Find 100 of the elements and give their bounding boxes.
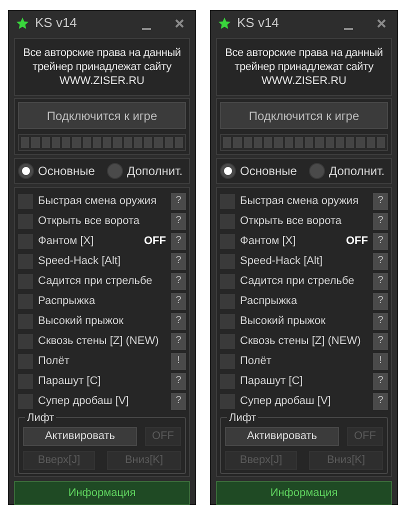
progress-segment — [336, 137, 344, 148]
copyright-text: Все авторские права на данный трейнер принадлежат сайту — [224, 46, 384, 74]
radio-option[interactable]: Основные — [220, 162, 297, 180]
progress-segment — [284, 137, 293, 148]
progress-segment — [82, 137, 91, 148]
option-label: Быстрая смена оружия — [38, 194, 158, 209]
group-label: Лифт — [25, 410, 56, 426]
window-title: KS v14 — [35, 14, 77, 32]
help-button[interactable]: ? — [373, 252, 388, 270]
help-button[interactable]: ? — [171, 392, 186, 410]
help-button[interactable]: ? — [373, 232, 388, 250]
option-label: Speed-Hack [Alt] — [240, 254, 324, 269]
lift-button[interactable]: Активировать — [23, 427, 137, 446]
connect-button[interactable]: Подключится к игре — [220, 102, 388, 129]
minimize-icon[interactable] — [344, 27, 353, 30]
radio-option[interactable]: Основные — [18, 162, 95, 180]
lift-button[interactable]: Активировать — [225, 427, 339, 446]
radio-option[interactable]: Дополнит. — [106, 162, 183, 180]
group-label: Лифт — [227, 410, 258, 426]
option-label: Открыть все ворота — [240, 214, 343, 229]
star-icon — [218, 16, 231, 30]
option-label: Супер дробаш [V] — [38, 394, 130, 409]
option-label: Садится при стрельбе — [38, 274, 154, 289]
help-button[interactable]: ? — [171, 292, 186, 310]
progress-segment — [294, 137, 303, 148]
progress-segment — [346, 137, 354, 148]
option-label: Высокий прыжок — [38, 314, 124, 329]
help-button[interactable]: ? — [373, 192, 388, 210]
progress-segment — [326, 137, 334, 148]
radio-button[interactable] — [220, 163, 236, 179]
star-icon — [16, 16, 29, 30]
progress-segment — [124, 137, 132, 148]
help-button[interactable]: ? — [373, 392, 388, 410]
progress-segment — [154, 137, 162, 148]
help-button[interactable]: ? — [373, 212, 388, 230]
radio-button[interactable] — [308, 163, 325, 179]
help-button[interactable]: ? — [373, 292, 388, 310]
option-label: Фантом [X] — [240, 234, 297, 249]
progress-segment — [174, 137, 183, 148]
progress-segment — [315, 137, 324, 148]
progress-segment — [134, 137, 142, 148]
option-label: Распрыжка — [38, 294, 96, 309]
help-button[interactable]: ? — [171, 212, 186, 230]
progress-segment — [233, 137, 242, 148]
help-button[interactable]: ? — [373, 332, 388, 350]
option-label: Speed-Hack [Alt] — [38, 254, 122, 269]
progress-segment — [42, 137, 50, 148]
progress-segment — [144, 137, 152, 148]
progress-segment — [356, 137, 364, 148]
progress-segment — [254, 137, 262, 148]
help-button[interactable]: ? — [373, 312, 388, 330]
option-label: Полёт — [38, 354, 70, 369]
progress-segment — [62, 137, 70, 148]
radio-button[interactable] — [18, 163, 34, 179]
help-button[interactable]: ? — [373, 272, 388, 290]
close-icon[interactable] — [175, 18, 184, 28]
info-button[interactable]: Информация — [216, 481, 392, 505]
window-title: KS v14 — [237, 14, 279, 32]
option-label: Парашут [C] — [38, 374, 102, 389]
progress-segment — [264, 137, 272, 148]
progress-segment — [305, 137, 314, 148]
radio-button[interactable] — [106, 163, 123, 179]
help-button[interactable]: ? — [373, 372, 388, 390]
help-button[interactable]: ! — [171, 352, 186, 370]
help-button[interactable]: ? — [171, 332, 186, 350]
help-button[interactable]: ? — [171, 372, 186, 390]
progress-segment — [21, 137, 30, 148]
progress-segment — [52, 137, 60, 148]
progress-segment — [223, 137, 232, 148]
option-label: Открыть все ворота — [38, 214, 141, 229]
status-text: OFF — [346, 234, 368, 249]
minimize-icon[interactable] — [142, 27, 151, 30]
option-label: Фантом [X] — [38, 234, 95, 249]
option-label: Быстрая смена оружия — [240, 194, 360, 209]
option-label: Высокий прыжок — [240, 314, 326, 329]
copyright-text: Все авторские права на данный трейнер принадлежат сайту — [22, 46, 182, 74]
info-button[interactable]: Информация — [14, 481, 190, 505]
progress-segment — [366, 137, 375, 148]
progress-segment — [274, 137, 282, 148]
option-label: Сквозь стены [Z] (NEW) — [240, 334, 362, 349]
progress-segment — [376, 137, 385, 148]
progress-segment — [244, 137, 252, 148]
help-button[interactable]: ? — [171, 252, 186, 270]
help-button[interactable]: ? — [171, 232, 186, 250]
option-label: Полёт — [240, 354, 272, 369]
progress-segment — [31, 137, 40, 148]
help-button[interactable]: ? — [171, 272, 186, 290]
site-text: WWW.ZISER.RU — [60, 74, 144, 88]
progress-segment — [103, 137, 112, 148]
connect-button[interactable]: Подключится к игре — [18, 102, 186, 129]
help-button[interactable]: ? — [171, 312, 186, 330]
close-icon[interactable] — [377, 18, 386, 28]
radio-option[interactable]: Дополнит. — [308, 162, 385, 180]
site-text: WWW.ZISER.RU — [262, 74, 346, 88]
option-label: Парашут [C] — [240, 374, 304, 389]
option-label: Сквозь стены [Z] (NEW) — [38, 334, 160, 349]
progress-segment — [92, 137, 101, 148]
option-label: Распрыжка — [240, 294, 298, 309]
help-button[interactable]: ? — [171, 192, 186, 210]
help-button[interactable]: ! — [373, 352, 388, 370]
